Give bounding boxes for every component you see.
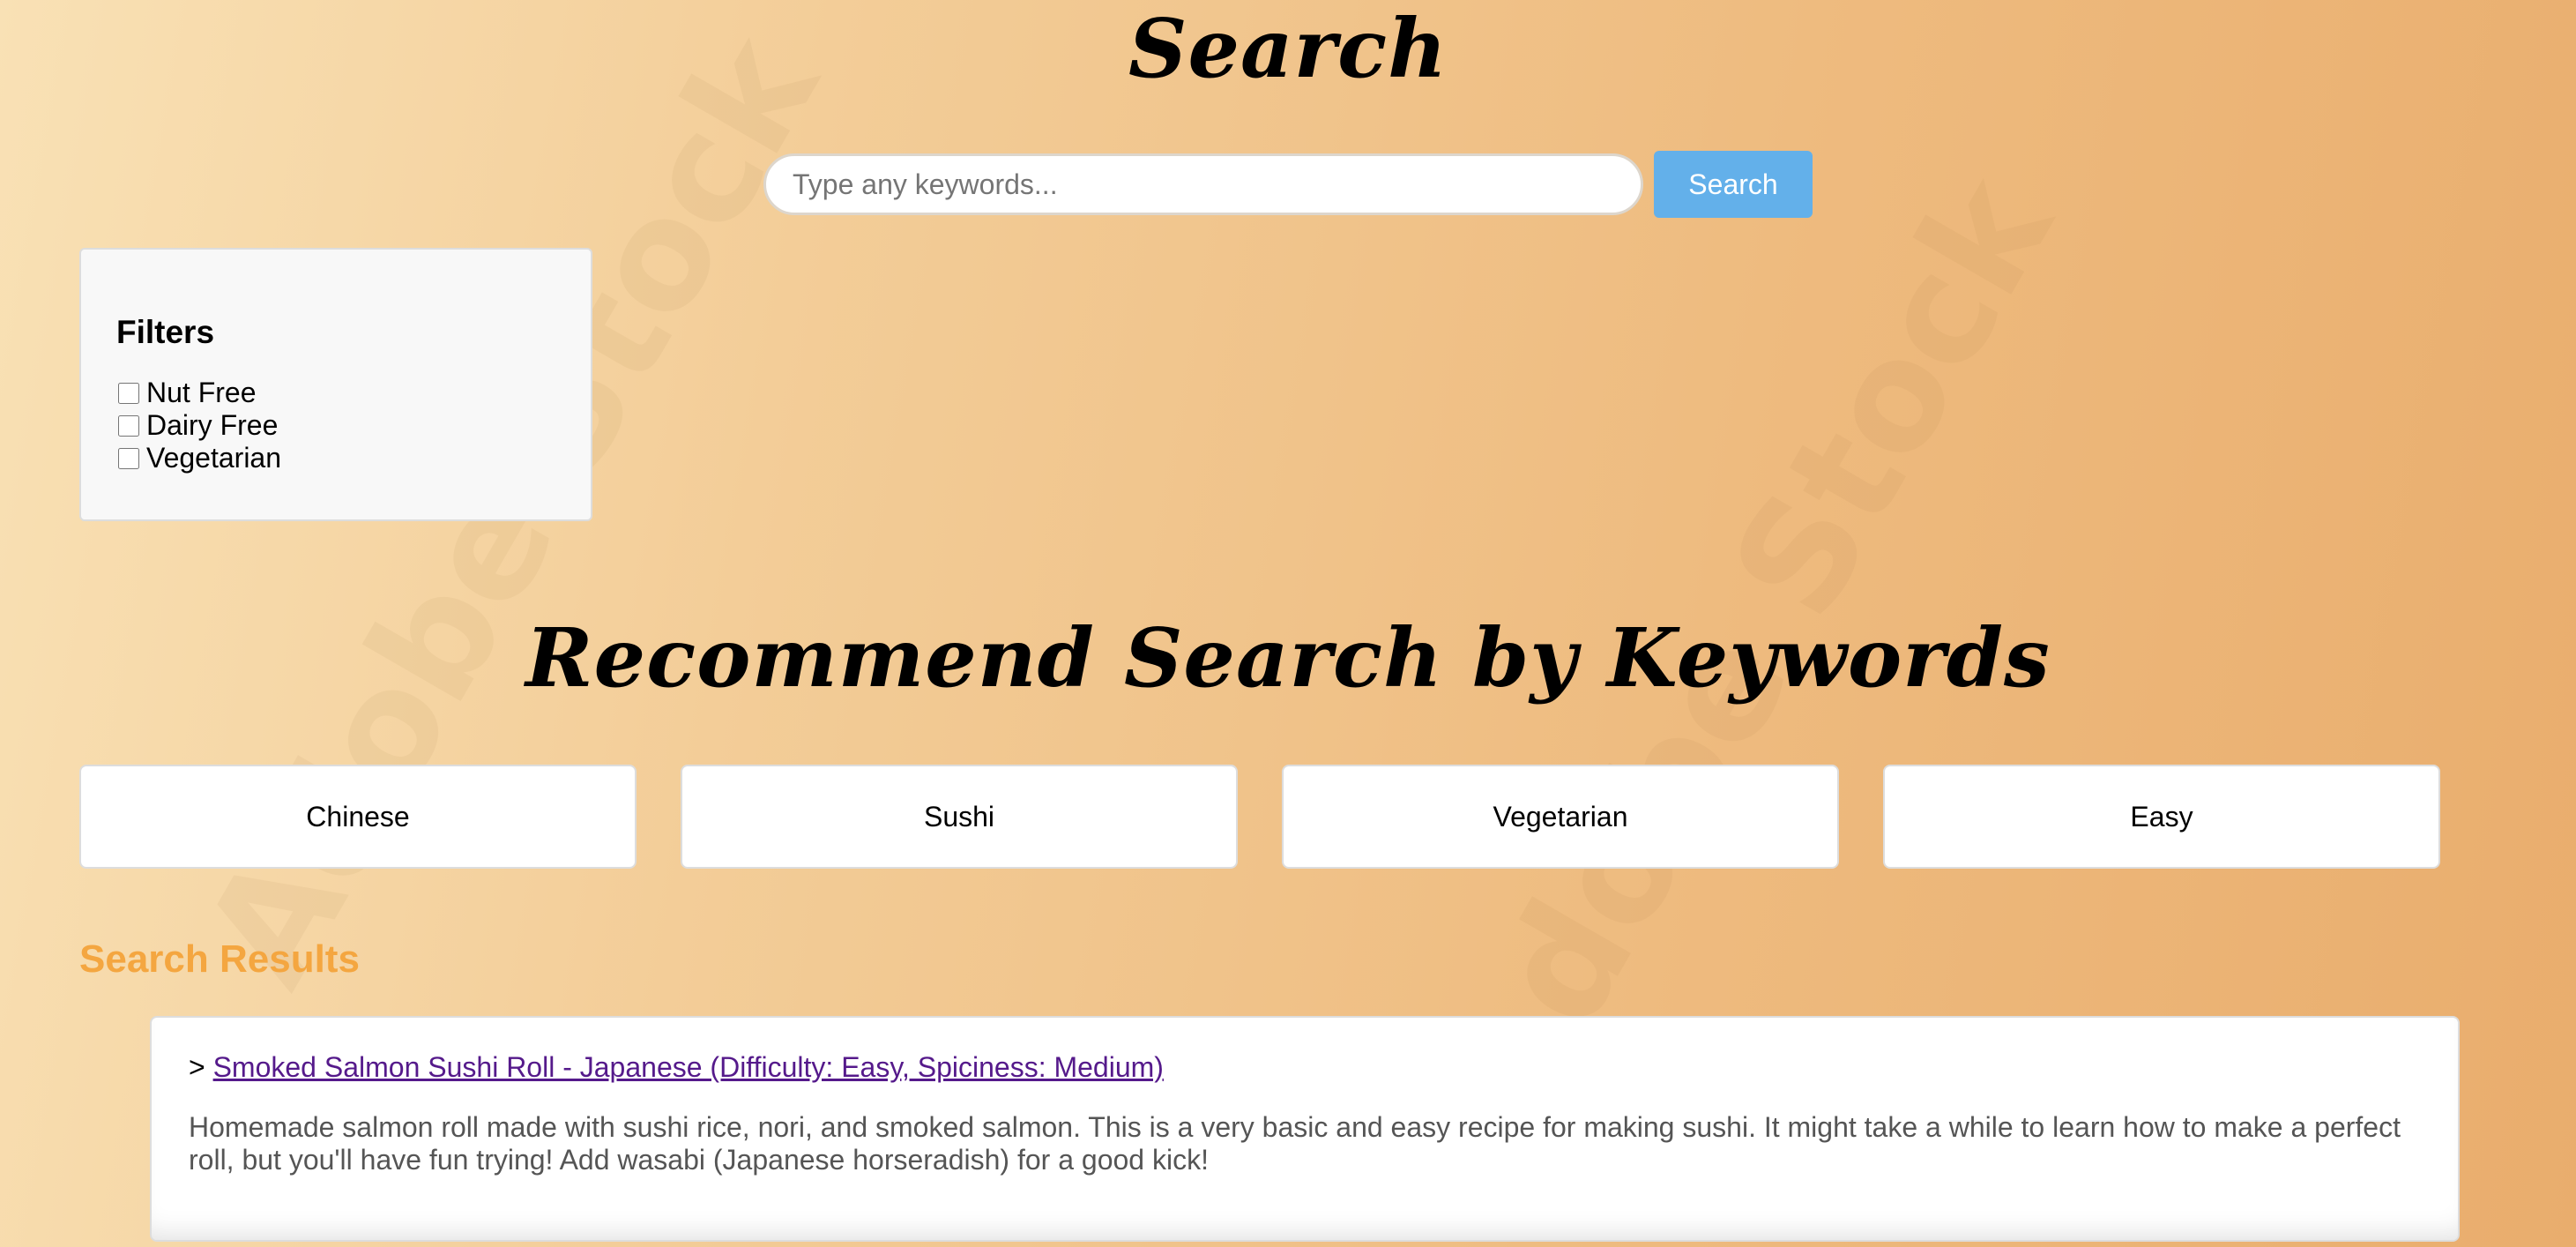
filters-title: Filters — [116, 314, 215, 350]
keyword-row: Chinese Sushi Vegetarian Easy — [79, 765, 2440, 869]
filter-vegetarian-checkbox[interactable] — [118, 447, 139, 469]
search-button[interactable]: Search — [1654, 151, 1813, 218]
keyword-card-vegetarian[interactable]: Vegetarian — [1282, 765, 1839, 869]
keyword-card-chinese[interactable]: Chinese — [79, 765, 637, 869]
result-description: Homemade salmon roll made with sushi ric… — [189, 1111, 2401, 1176]
filter-dairy-free[interactable]: Dairy Free — [116, 409, 555, 442]
result-heading: > Smoked Salmon Sushi Roll - Japanese (D… — [189, 1049, 2421, 1085]
result-card: > Smoked Salmon Sushi Roll - Japanese (D… — [150, 1016, 2460, 1242]
keyword-card-easy[interactable]: Easy — [1883, 765, 2440, 869]
results-title: Search Results — [79, 937, 360, 981]
filter-vegetarian-label: Vegetarian — [146, 442, 282, 474]
result-prefix: > — [189, 1051, 205, 1083]
filter-vegetarian[interactable]: Vegetarian — [116, 442, 555, 474]
recommend-title: Recommend Search by Keywords — [525, 610, 2051, 706]
filter-nut-free-checkbox[interactable] — [118, 382, 139, 404]
filter-nut-free[interactable]: Nut Free — [116, 377, 555, 409]
result-link[interactable]: Smoked Salmon Sushi Roll - Japanese (Dif… — [213, 1051, 1164, 1083]
filters-panel: Filters Nut Free Dairy Free Vegetarian — [79, 248, 592, 521]
search-input[interactable] — [763, 153, 1643, 215]
keyword-card-sushi[interactable]: Sushi — [681, 765, 1238, 869]
search-bar: Search — [763, 151, 1813, 218]
filter-dairy-free-checkbox[interactable] — [118, 414, 139, 437]
filter-dairy-free-label: Dairy Free — [146, 409, 279, 441]
filter-nut-free-label: Nut Free — [146, 377, 257, 408]
page-title: Search — [1128, 1, 1448, 96]
